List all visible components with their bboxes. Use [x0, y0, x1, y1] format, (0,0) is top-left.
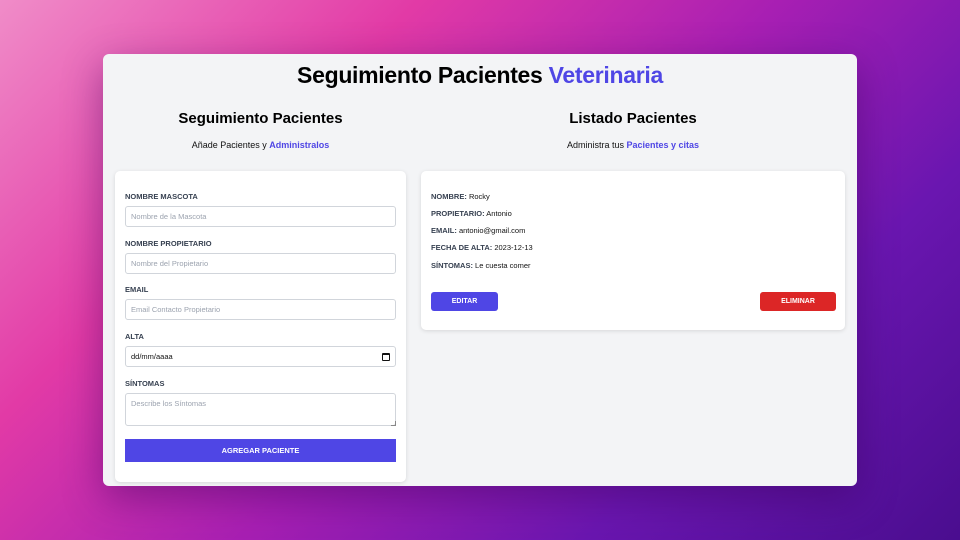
date-label: Alta — [125, 332, 144, 341]
symptoms-textarea[interactable] — [125, 393, 396, 426]
patient-owner-value: Antonio — [486, 209, 512, 218]
patient-name-row: Nombre: Rocky — [431, 192, 490, 201]
page-title: Seguimiento Pacientes Veterinaria — [103, 62, 857, 89]
calendar-icon[interactable] — [382, 352, 390, 361]
patient-email-label: Email: — [431, 226, 457, 235]
patient-name-label: Nombre: — [431, 192, 467, 201]
list-section-subtitle: Administra tus Pacientes y citas — [421, 140, 845, 150]
date-input[interactable]: dd/mm/aaaa — [125, 346, 396, 367]
patient-symptoms-value: Le cuesta comer — [475, 261, 531, 270]
patient-symptoms-row: Síntomas: Le cuesta comer — [431, 261, 531, 270]
form-section-subtitle: Añade Pacientes y Administralos — [115, 140, 406, 150]
form-section-subtitle-accent: Administralos — [269, 140, 330, 150]
delete-button[interactable]: Eliminar — [760, 292, 836, 311]
pet-name-label: Nombre Mascota — [125, 192, 198, 201]
patient-owner-row: Propietario: Antonio — [431, 209, 512, 218]
email-input[interactable] — [125, 299, 396, 320]
patient-email-value: antonio@gmail.com — [458, 226, 526, 235]
owner-name-input[interactable] — [125, 253, 396, 274]
patient-form: Nombre Mascota Nombre Propietario Email … — [115, 171, 406, 482]
email-label: Email — [125, 285, 149, 294]
patient-date-row: Fecha de Alta: 2023-12-13 — [431, 243, 533, 252]
form-section-title: Seguimiento Pacientes — [178, 110, 343, 127]
list-section-subtitle-prefix: Administra tus — [566, 140, 624, 150]
date-input-value: dd/mm/aaaa — [131, 352, 173, 361]
page-title-main: Seguimiento Pacientes — [297, 62, 543, 88]
resize-handle-icon[interactable] — [391, 421, 396, 426]
patient-name-value: Rocky — [468, 192, 490, 201]
form-section-subtitle-prefix: Añade Pacientes y — [191, 140, 267, 150]
owner-name-label: Nombre Propietario — [125, 239, 212, 248]
symptoms-label: Síntomas — [125, 379, 165, 388]
patient-card: Nombre: Rocky Propietario: Antonio Email… — [421, 171, 845, 330]
patient-email-row: Email: antonio@gmail.com — [431, 226, 525, 235]
pet-name-input[interactable] — [125, 206, 396, 227]
patient-date-value: 2023-12-13 — [494, 243, 533, 252]
patient-date-label: Fecha de Alta: — [431, 243, 493, 252]
patient-owner-label: Propietario: — [431, 209, 485, 218]
list-section-subtitle-accent: Pacientes y citas — [626, 140, 700, 150]
add-patient-button[interactable]: Agregar Paciente — [125, 439, 396, 462]
patient-symptoms-label: Síntomas: — [431, 261, 473, 270]
edit-button[interactable]: Editar — [431, 292, 498, 311]
app-window: Seguimiento Pacientes Veterinaria Seguim… — [103, 54, 857, 486]
list-section-title: Listado Pacientes — [569, 110, 697, 127]
page-title-accent: Veterinaria — [548, 62, 664, 88]
